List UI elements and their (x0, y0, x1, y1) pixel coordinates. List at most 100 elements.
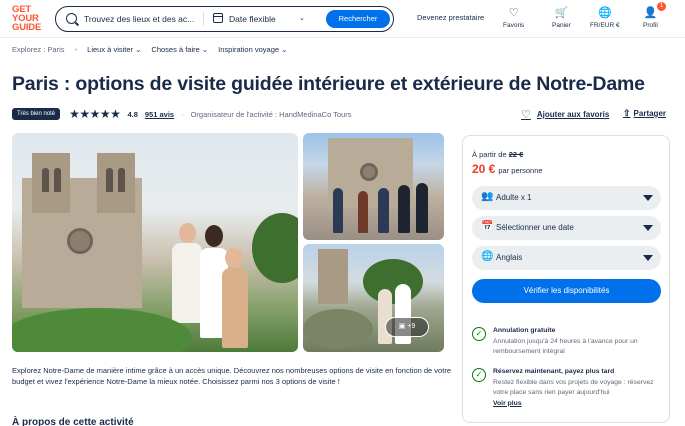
rating-row: Très bien noté ★★★★★ 4.8 951 avis · Orga… (12, 107, 352, 121)
person (222, 268, 248, 348)
logo-line: GUIDE (12, 22, 42, 33)
breadcrumb-item[interactable]: Lieux à visiter ⌄ (87, 45, 141, 54)
tree (252, 213, 298, 283)
person (333, 188, 343, 233)
booking-card: À partir de 22 € 20 € par personne 👥 Adul… (462, 135, 670, 423)
price-unit: par personne (498, 166, 543, 175)
calendar-icon (213, 13, 223, 23)
check-circle-icon: ✓ (472, 327, 486, 341)
add-favorite-button[interactable]: ♡ Ajouter aux favoris (521, 108, 609, 121)
benefit-title: Annulation gratuite (493, 327, 556, 334)
person (378, 188, 389, 233)
language-value: Anglais (496, 253, 523, 262)
benefit-pay-later: ✓ Réservez maintenant, payez plus tard R… (472, 367, 662, 409)
participants-select[interactable]: 👥 Adulte x 1 (472, 186, 661, 210)
person (358, 191, 368, 233)
breadcrumb-root[interactable]: Explorez : Paris (12, 45, 65, 54)
breadcrumb-item[interactable]: Inspiration voyage ⌄ (218, 45, 287, 54)
logo[interactable]: GET YOUR GUIDE (12, 5, 46, 33)
chevron-down-icon[interactable]: ⌄ (299, 14, 305, 22)
top-header: GET YOUR GUIDE Trouvez des lieux et des … (0, 0, 685, 38)
window (118, 168, 125, 192)
star-rating-icon: ★★★★★ (69, 107, 121, 121)
caret-down-icon (643, 255, 653, 261)
from-label: À partir de (472, 150, 507, 159)
window (42, 168, 49, 192)
more-photos-count: +9 (407, 323, 416, 330)
window (54, 168, 61, 192)
benefit-free-cancellation: ✓ Annulation gratuite Annulation jusqu'à… (472, 326, 662, 358)
share-button[interactable]: ⇧ Partager (623, 108, 666, 119)
breadcrumb-item[interactable]: Choses à faire ⌄ (151, 45, 208, 54)
cathedral-tower (318, 249, 348, 304)
caret-down-icon (643, 225, 653, 231)
participants-value: Adulte x 1 (496, 193, 532, 202)
person (172, 243, 202, 323)
search-input[interactable]: Trouvez des lieux et des ac... (84, 14, 194, 24)
date-value: Sélectionner une date (496, 223, 574, 232)
garden (12, 308, 192, 352)
share-icon: ⇧ (623, 108, 631, 118)
chevron-down-icon: ⌄ (201, 45, 209, 54)
activity-description: Explorez Notre-Dame de manière intime gr… (12, 366, 451, 386)
image-icon: ▣ (398, 323, 406, 330)
nav-label: Profil (643, 22, 658, 29)
check-circle-icon: ✓ (472, 368, 486, 382)
search-bar[interactable]: Trouvez des lieux et des ac... Date flex… (55, 6, 394, 32)
person-head (179, 223, 196, 243)
notification-badge: 1 (657, 2, 666, 11)
search-button[interactable]: Rechercher (326, 10, 390, 28)
nav-label: FR/EUR € (590, 22, 620, 29)
breadcrumb: Explorez : Paris • Lieux à visiter ⌄ Cho… (12, 45, 287, 54)
share-label: Partager (633, 109, 667, 118)
chevron-down-icon: ⌄ (281, 45, 288, 54)
search-icon (66, 13, 77, 24)
breadcrumb-label: Choses à faire (151, 45, 200, 54)
organizer-text: Organisateur de l'activité : HandMedinaC… (190, 109, 352, 119)
nav-favorites[interactable]: ♡ Favoris (503, 6, 524, 29)
check-availability-button[interactable]: Vérifier les disponibilités (472, 279, 661, 303)
nav-label: Panier (552, 22, 571, 29)
rose-window (360, 163, 378, 181)
date-select[interactable]: 📅 Sélectionner une date (472, 216, 661, 240)
heart-icon: ♡ (508, 7, 519, 19)
calendar-icon: 📅 (481, 221, 494, 232)
caret-down-icon (643, 195, 653, 201)
nav-currency[interactable]: 🌐 FR/EUR € (590, 6, 620, 29)
benefit-desc: Restez flexible dans vos projets de voya… (493, 378, 654, 397)
language-select[interactable]: 🌐 Anglais (472, 246, 661, 270)
price-value: 20 € (472, 162, 496, 176)
globe-icon: 🌐 (481, 251, 494, 262)
heart-icon: ♡ (521, 109, 531, 121)
rose-window (67, 228, 93, 254)
page-title: Paris : options de visite guidée intérie… (12, 73, 645, 95)
old-price: 22 € (508, 150, 524, 159)
window (106, 168, 113, 192)
cathedral-tower (97, 153, 135, 213)
more-photos-button[interactable]: ▣ +9 (385, 317, 429, 337)
person (398, 185, 410, 233)
current-price: 20 € par personne (472, 162, 543, 176)
globe-icon: 🌐 (597, 7, 612, 19)
see-more-link[interactable]: Voir plus (493, 399, 662, 410)
date-picker[interactable]: Date flexible (229, 14, 276, 24)
person-icon: 👤 (643, 7, 658, 19)
nav-cart[interactable]: 🛒 Panier (552, 6, 571, 29)
price-from: À partir de 22 € (472, 150, 523, 159)
gallery-image-2[interactable] (303, 133, 444, 240)
nav-profile[interactable]: 👤 Profil (643, 6, 658, 29)
benefit-desc: Annulation jusqu'à 24 heures à l'avance … (493, 337, 638, 356)
people-icon: 👥 (481, 191, 494, 202)
person-head (205, 225, 223, 247)
reviews-link[interactable]: 951 avis (145, 110, 174, 119)
tree (363, 259, 423, 304)
gallery-main-image[interactable] (12, 133, 298, 352)
separator-dot: · (181, 109, 184, 119)
cart-icon: 🛒 (554, 7, 569, 19)
nav-label: Favoris (503, 22, 525, 29)
partner-link[interactable]: Devenez prestataire (417, 13, 484, 22)
divider (203, 12, 204, 26)
about-heading: À propos de cette activité (12, 417, 134, 426)
breadcrumb-label: Lieux à visiter (87, 45, 134, 54)
benefit-title: Réservez maintenant, payez plus tard (493, 368, 615, 375)
